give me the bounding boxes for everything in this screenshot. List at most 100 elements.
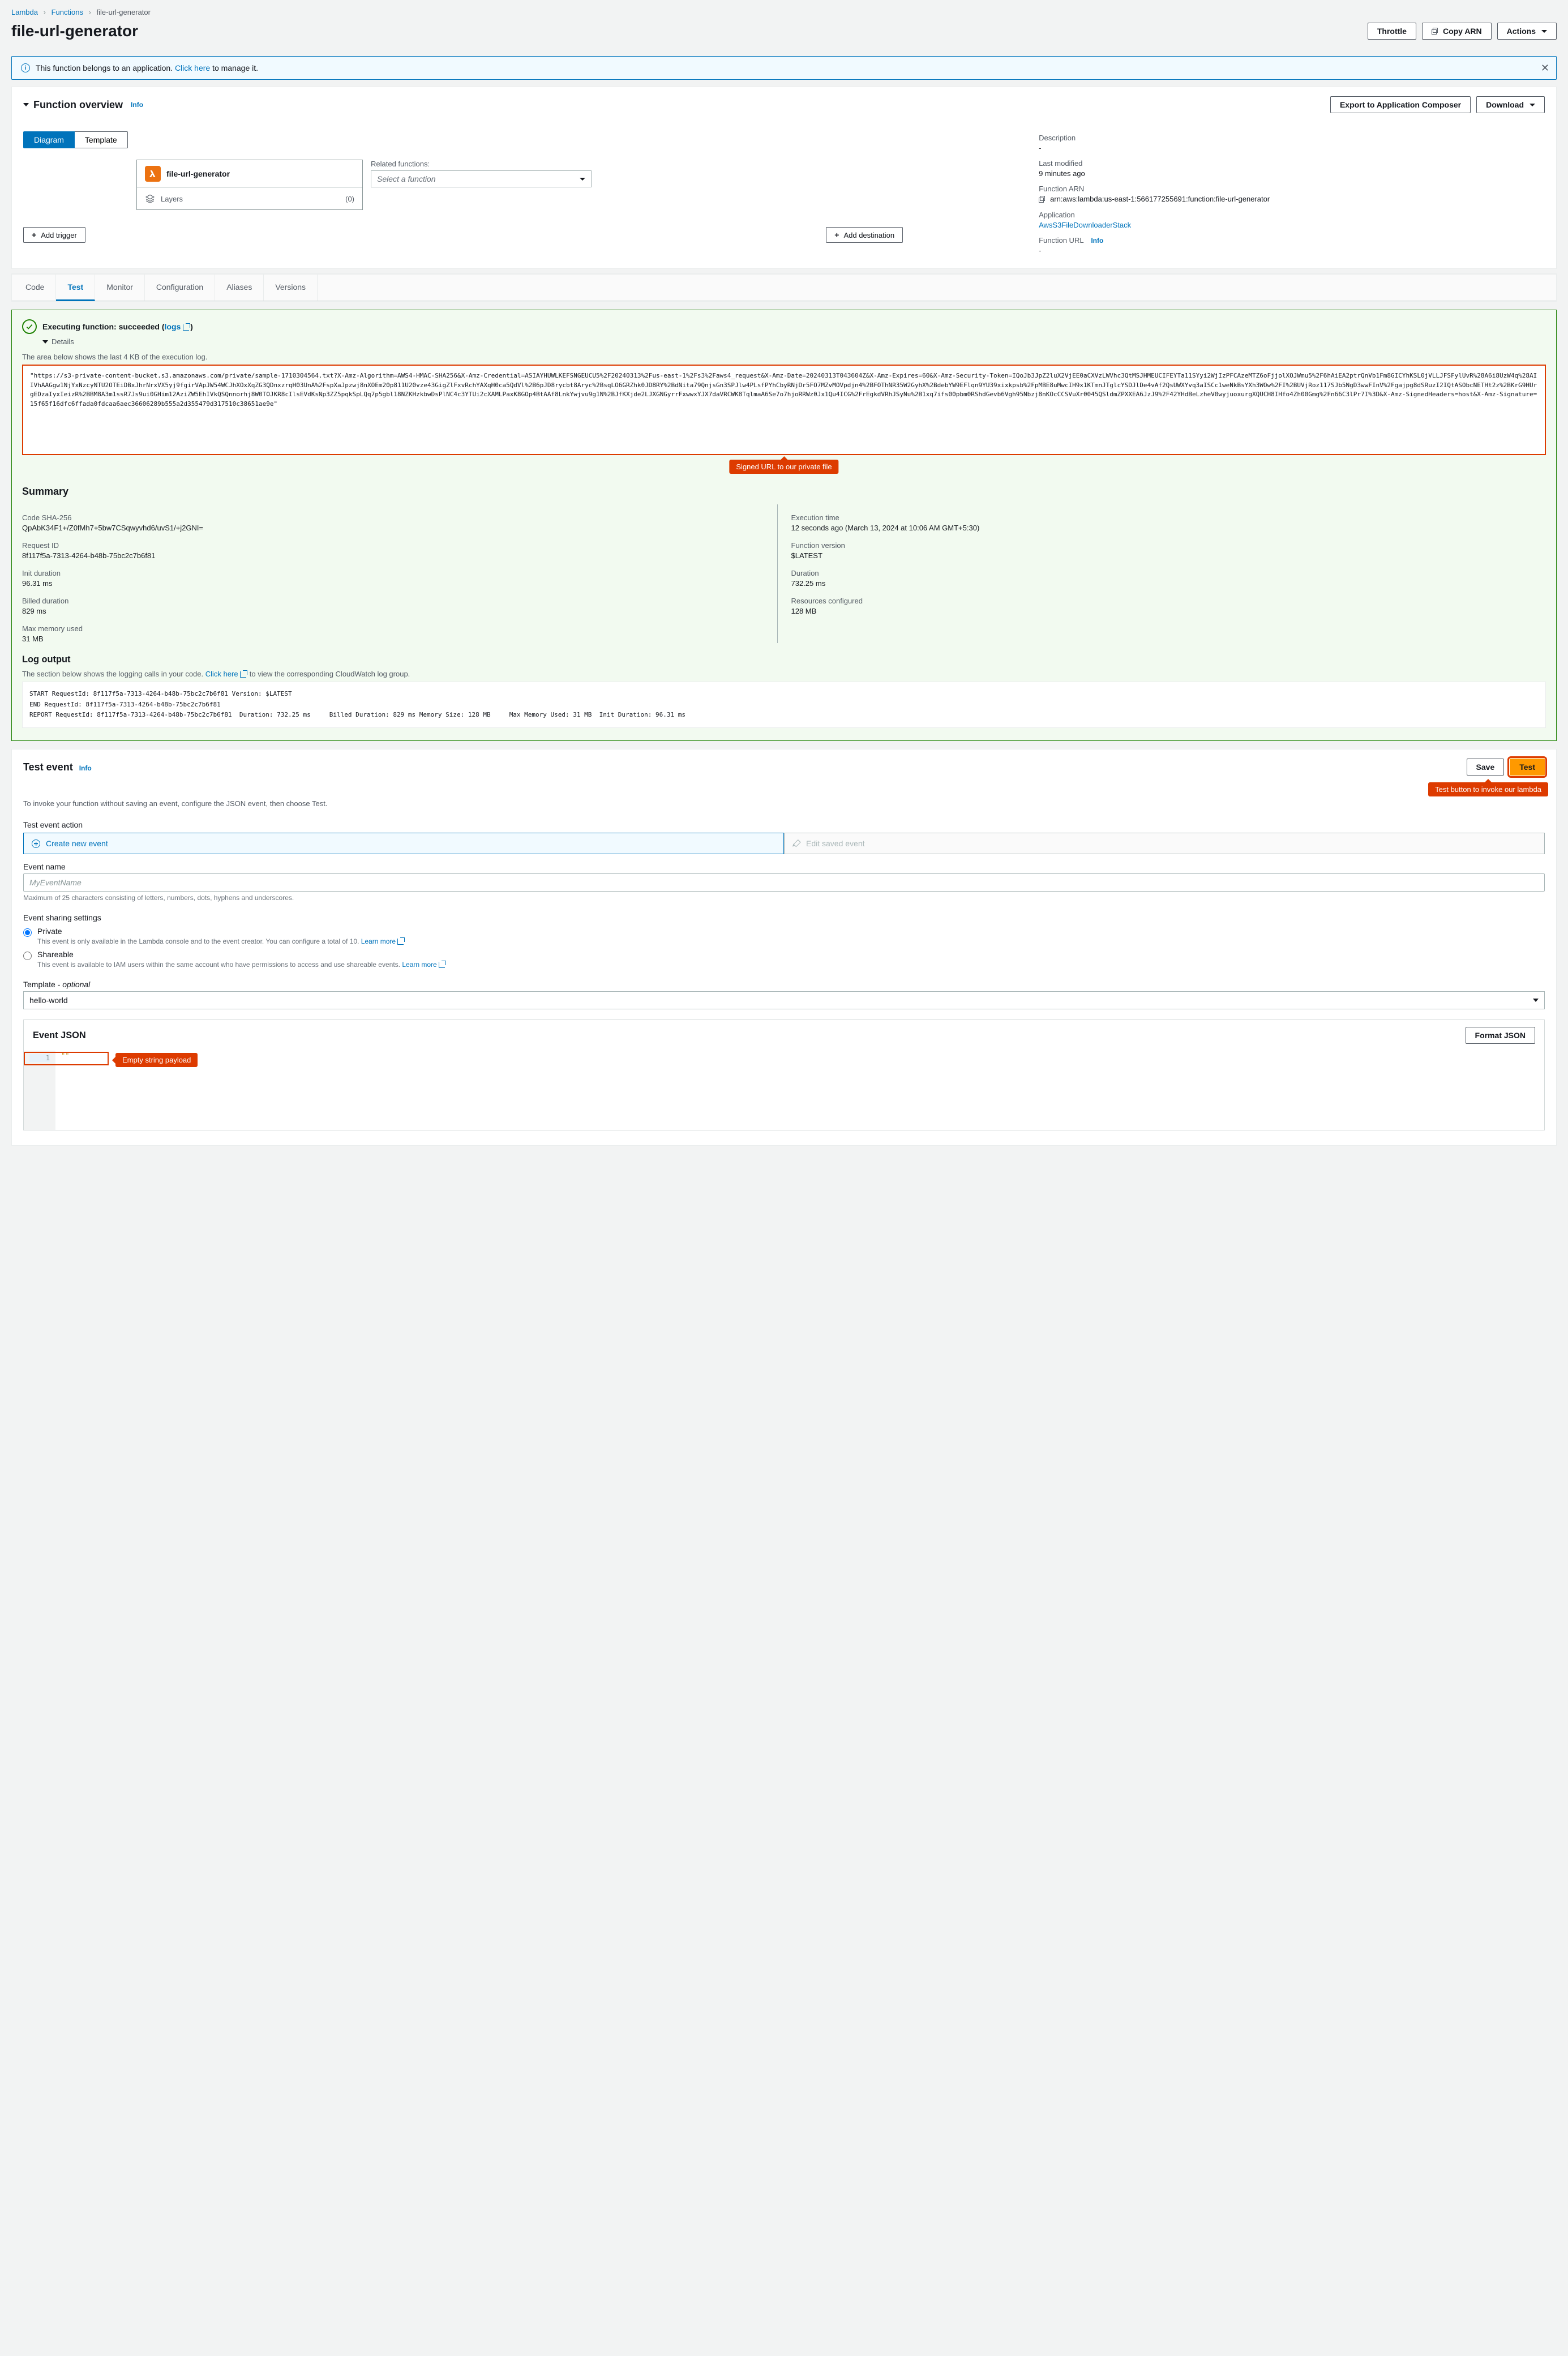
lambda-icon [145,166,161,182]
cloudwatch-link[interactable]: Click here [205,670,247,678]
tab-code[interactable]: Code [14,275,56,301]
shareable-radio[interactable] [23,952,32,960]
exectime-label: Execution time [791,513,1546,522]
log-output-console[interactable]: START RequestId: 8f117f5a-7313-4264-b48b… [22,682,1546,728]
private-learn-more-link[interactable]: Learn more [361,937,405,945]
execution-log-textarea[interactable]: "https://s3-private-content-bucket.s3.am… [22,365,1546,455]
version-value: $LATEST [791,551,1546,560]
add-destination-button[interactable]: +Add destination [826,227,903,243]
test-button-callout: Test button to invoke our lambda [1428,782,1548,796]
duration-value: 732.25 ms [791,579,1546,588]
breadcrumb-lambda[interactable]: Lambda [11,8,38,16]
function-node-name: file-url-generator [166,169,230,178]
tab-configuration[interactable]: Configuration [145,275,215,301]
diagram-tab-button[interactable]: Diagram [23,131,75,148]
add-trigger-button[interactable]: +Add trigger [23,227,85,243]
template-tab-button[interactable]: Template [75,131,128,148]
application-info-banner: i This function belongs to an applicatio… [11,56,1557,80]
breadcrumb-current: file-url-generator [97,8,151,16]
shareable-learn-more-link[interactable]: Learn more [402,961,446,969]
external-link-icon [439,961,446,968]
actions-button[interactable]: Actions [1497,23,1557,40]
duration-label: Duration [791,569,1546,577]
collapse-triangle-icon[interactable] [23,103,29,106]
breadcrumb-functions[interactable]: Functions [52,8,83,16]
reqid-label: Request ID [22,541,777,550]
manage-app-link[interactable]: Click here [175,63,210,72]
template-label: Template - [23,980,62,989]
billed-label: Billed duration [22,597,777,605]
description-value: - [1039,144,1545,152]
export-app-composer-button[interactable]: Export to Application Composer [1330,96,1471,113]
tab-aliases[interactable]: Aliases [215,275,264,301]
layers-count: (0) [345,195,354,203]
function-url-info-link[interactable]: Info [1091,237,1103,245]
resources-label: Resources configured [791,597,1546,605]
invoke-instructions: To invoke your function without saving a… [23,799,1545,808]
external-link-icon [240,670,247,678]
chevron-down-icon [1530,104,1535,106]
function-tabs: Code Test Monitor Configuration Aliases … [12,274,1556,301]
arn-value: arn:aws:lambda:us-east-1:566177255691:fu… [1050,195,1270,203]
application-link[interactable]: AwsS3FileDownloaderStack [1039,221,1131,229]
overview-view-toggle: Diagram Template [23,131,128,148]
reqid-value: 8f117f5a-7313-4264-b48b-75bc2c7b6f81 [22,551,777,560]
private-radio-label: Private [37,927,405,936]
details-label: Details [52,337,74,346]
format-json-button[interactable]: Format JSON [1466,1027,1535,1044]
empty-payload-callout: Empty string payload [115,1053,198,1067]
resources-value: 128 MB [791,607,1546,615]
tab-monitor[interactable]: Monitor [95,275,145,301]
download-button[interactable]: Download [1476,96,1545,113]
copy-arn-icon[interactable] [1039,196,1047,204]
throttle-button[interactable]: Throttle [1368,23,1416,40]
sharing-settings-label: Event sharing settings [23,913,1545,922]
overview-info-link[interactable]: Info [131,101,143,109]
test-event-action-label: Test event action [23,820,1545,829]
event-name-label: Event name [23,862,1545,871]
lastmod-value: 9 minutes ago [1039,169,1545,178]
version-label: Function version [791,541,1546,550]
layers-row[interactable]: Layers (0) [137,187,362,209]
init-value: 96.31 ms [22,579,777,588]
test-event-title: Test event [23,761,73,773]
external-link-icon [183,323,190,331]
related-functions-select[interactable]: Select a function [371,170,592,187]
log-area-note: The area below shows the last 4 KB of th… [22,353,1546,361]
save-button[interactable]: Save [1467,759,1505,776]
overview-title: Function overview [33,99,123,111]
event-json-title: Event JSON [33,1030,86,1041]
arn-label: Function ARN [1039,185,1545,193]
logs-link[interactable]: logs [165,322,191,331]
function-node[interactable]: file-url-generator Layers (0) [136,160,363,210]
tab-test[interactable]: Test [56,275,95,301]
breadcrumb: Lambda › Functions › file-url-generator [2,2,1566,20]
application-label: Application [1039,211,1545,219]
event-name-input[interactable] [23,873,1545,892]
json-editor[interactable]: 1 "" Empty string payload [24,1051,1544,1130]
page-title: file-url-generator [11,22,138,40]
test-button[interactable]: Test [1510,759,1545,776]
shareable-radio-label: Shareable [37,950,446,959]
function-url-value: - [1039,246,1545,255]
log-output-title: Log output [22,654,1546,665]
layers-icon [145,194,155,204]
sha-value: QpAbK34F1+/Z0fMh7+5bw7CSqwyvhd6/uvS1/+j2… [22,524,777,532]
close-icon[interactable]: ✕ [1541,62,1549,74]
tab-versions[interactable]: Versions [264,275,318,301]
event-name-hint: Maximum of 25 characters consisting of l… [23,894,1545,902]
create-new-event-option[interactable]: Create new event [23,833,784,854]
copy-arn-button[interactable]: Copy ARN [1422,23,1492,40]
summary-title: Summary [22,486,1546,498]
execution-result-panel: Executing function: succeeded (logs ) De… [11,310,1557,741]
private-radio[interactable] [23,928,32,937]
test-event-panel: Test event Info Save Test Test button to… [11,749,1557,1146]
details-triangle-icon[interactable] [42,340,48,344]
edit-saved-event-option: Edit saved event [784,833,1545,854]
chevron-down-icon [1533,999,1539,1002]
maxmem-value: 31 MB [22,635,777,643]
test-event-info-link[interactable]: Info [79,764,92,772]
template-select[interactable]: hello-world [23,991,1545,1009]
chevron-down-icon [580,178,585,181]
exectime-value: 12 seconds ago (March 13, 2024 at 10:06 … [791,524,1546,532]
